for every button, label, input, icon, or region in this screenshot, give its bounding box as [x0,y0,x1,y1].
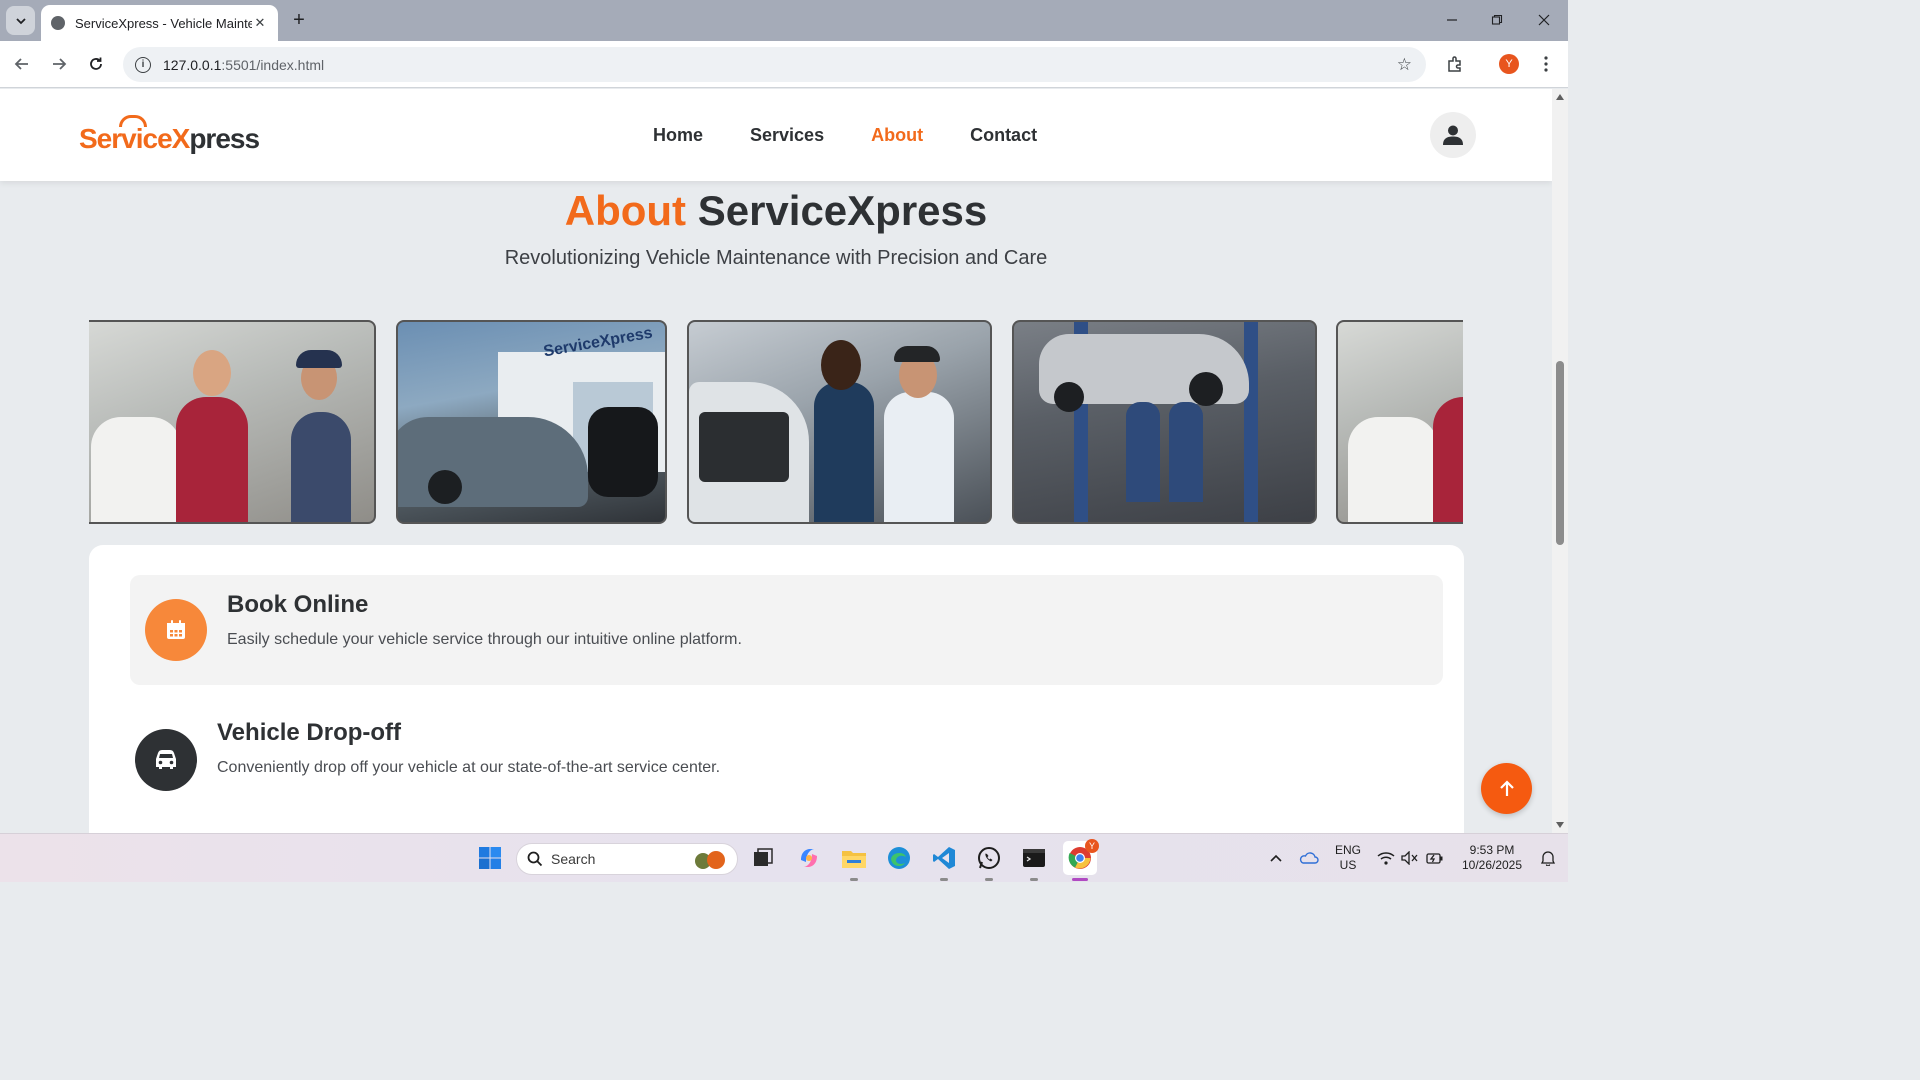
minimize-icon[interactable] [1437,8,1467,32]
process-card: Book Online Easily schedule your vehicle… [89,545,1464,833]
browser-menu-icon[interactable] [1534,52,1558,76]
step-title: Vehicle Drop-off [217,719,402,746]
vscode-icon[interactable] [930,844,958,872]
gallery-photo-lift [1012,320,1317,524]
tab-title: ServiceXpress - Vehicle Maintenance [75,15,252,31]
user-account-button[interactable] [1430,112,1476,158]
search-highlight-icon [693,850,727,870]
site-header: ServiceXpress Home Services About Contac… [0,89,1552,181]
profile-avatar[interactable]: Y [1497,52,1521,76]
gallery-photo-handshake-repeat [1336,320,1463,524]
page-viewport: ServiceXpress Home Services About Contac… [0,89,1552,833]
forward-icon[interactable] [47,52,71,76]
step-book-online[interactable]: Book Online Easily schedule your vehicle… [130,575,1443,685]
running-indicator [940,878,948,881]
new-tab-button[interactable]: + [288,8,310,32]
search-icon [527,851,543,867]
logo-text: ServiceXpress [79,123,260,154]
chevron-down-icon [15,17,26,24]
extensions-icon[interactable] [1443,52,1467,76]
nav-about[interactable]: About [871,125,923,146]
scroll-thumb[interactable] [1556,361,1564,545]
step-title: Book Online [227,591,369,618]
photo-gallery: ServiceXpress [89,320,1463,524]
step-description: Easily schedule your vehicle service thr… [227,631,742,648]
battery-icon[interactable] [1421,844,1449,872]
scroll-down-arrow[interactable] [1556,822,1564,828]
copilot-icon[interactable] [795,844,823,872]
main-nav: Home Services About Contact [653,125,1037,146]
browser-tab-strip: ServiceXpress - Vehicle Maintenance ✕ + [0,0,1568,41]
file-explorer-icon[interactable] [840,844,868,872]
chevron-up-icon[interactable] [1262,844,1290,872]
onedrive-icon[interactable] [1295,844,1323,872]
nav-services[interactable]: Services [750,125,824,146]
running-indicator [850,878,858,881]
reload-icon[interactable] [84,52,108,76]
edge-icon[interactable] [885,844,913,872]
step-description: Conveniently drop off your vehicle at ou… [217,759,721,776]
windows-start-icon[interactable] [476,844,504,872]
browser-toolbar: i 127.0.0.1:5501/index.html ☆ Y [0,41,1568,88]
scroll-to-top-button[interactable] [1481,763,1532,814]
site-logo[interactable]: ServiceXpress [79,113,260,157]
car-icon [135,729,197,791]
about-heading: About ServiceXpress [564,187,988,234]
gallery-photo-inspection [687,320,992,524]
taskbar-search[interactable]: Search [516,843,738,875]
chrome-icon[interactable]: Y [1063,839,1099,875]
chrome-profile-badge: Y [1085,839,1099,853]
gallery-photo-handshake [89,320,376,524]
scroll-up-arrow[interactable] [1556,94,1564,100]
about-subtitle: Revolutionizing Vehicle Maintenance with… [504,247,1048,269]
user-icon [1443,125,1463,145]
notification-icon[interactable] [1534,844,1562,872]
globe-icon [51,16,65,30]
address-bar[interactable]: i 127.0.0.1:5501/index.html ☆ [123,47,1426,82]
task-view-icon[interactable] [749,844,777,872]
back-icon[interactable] [10,52,34,76]
volume-muted-icon[interactable] [1396,844,1424,872]
gallery-photo-storefront: ServiceXpress [396,320,667,524]
browser-tab[interactable]: ServiceXpress - Vehicle Maintenance ✕ [41,5,278,41]
os-taskbar: Search Y ENG US 9:53 PM 10/26/2025 [0,833,1568,882]
nav-home[interactable]: Home [653,125,703,146]
whatsapp-icon[interactable] [975,844,1003,872]
step-vehicle-dropoff[interactable]: Vehicle Drop-off Conveniently drop off y… [130,699,1443,809]
url-text: 127.0.0.1:5501/index.html [163,56,325,73]
bookmark-star-icon[interactable]: ☆ [1397,55,1412,75]
running-indicator [1030,878,1038,881]
nav-contact[interactable]: Contact [970,125,1037,146]
site-info-icon[interactable]: i [135,56,151,73]
tab-search-button[interactable] [6,6,35,35]
language-indicator[interactable]: ENG US [1330,843,1366,873]
window-close-icon[interactable] [1529,8,1559,32]
active-indicator [1072,878,1088,881]
terminal-icon[interactable] [1020,844,1048,872]
clock[interactable]: 9:53 PM 10/26/2025 [1456,843,1528,873]
close-icon[interactable]: ✕ [252,15,268,31]
page-scrollbar[interactable] [1552,89,1568,833]
calendar-icon [145,599,207,661]
restore-icon[interactable] [1482,8,1512,32]
running-indicator [985,878,993,881]
arrow-up-icon [1499,779,1514,796]
